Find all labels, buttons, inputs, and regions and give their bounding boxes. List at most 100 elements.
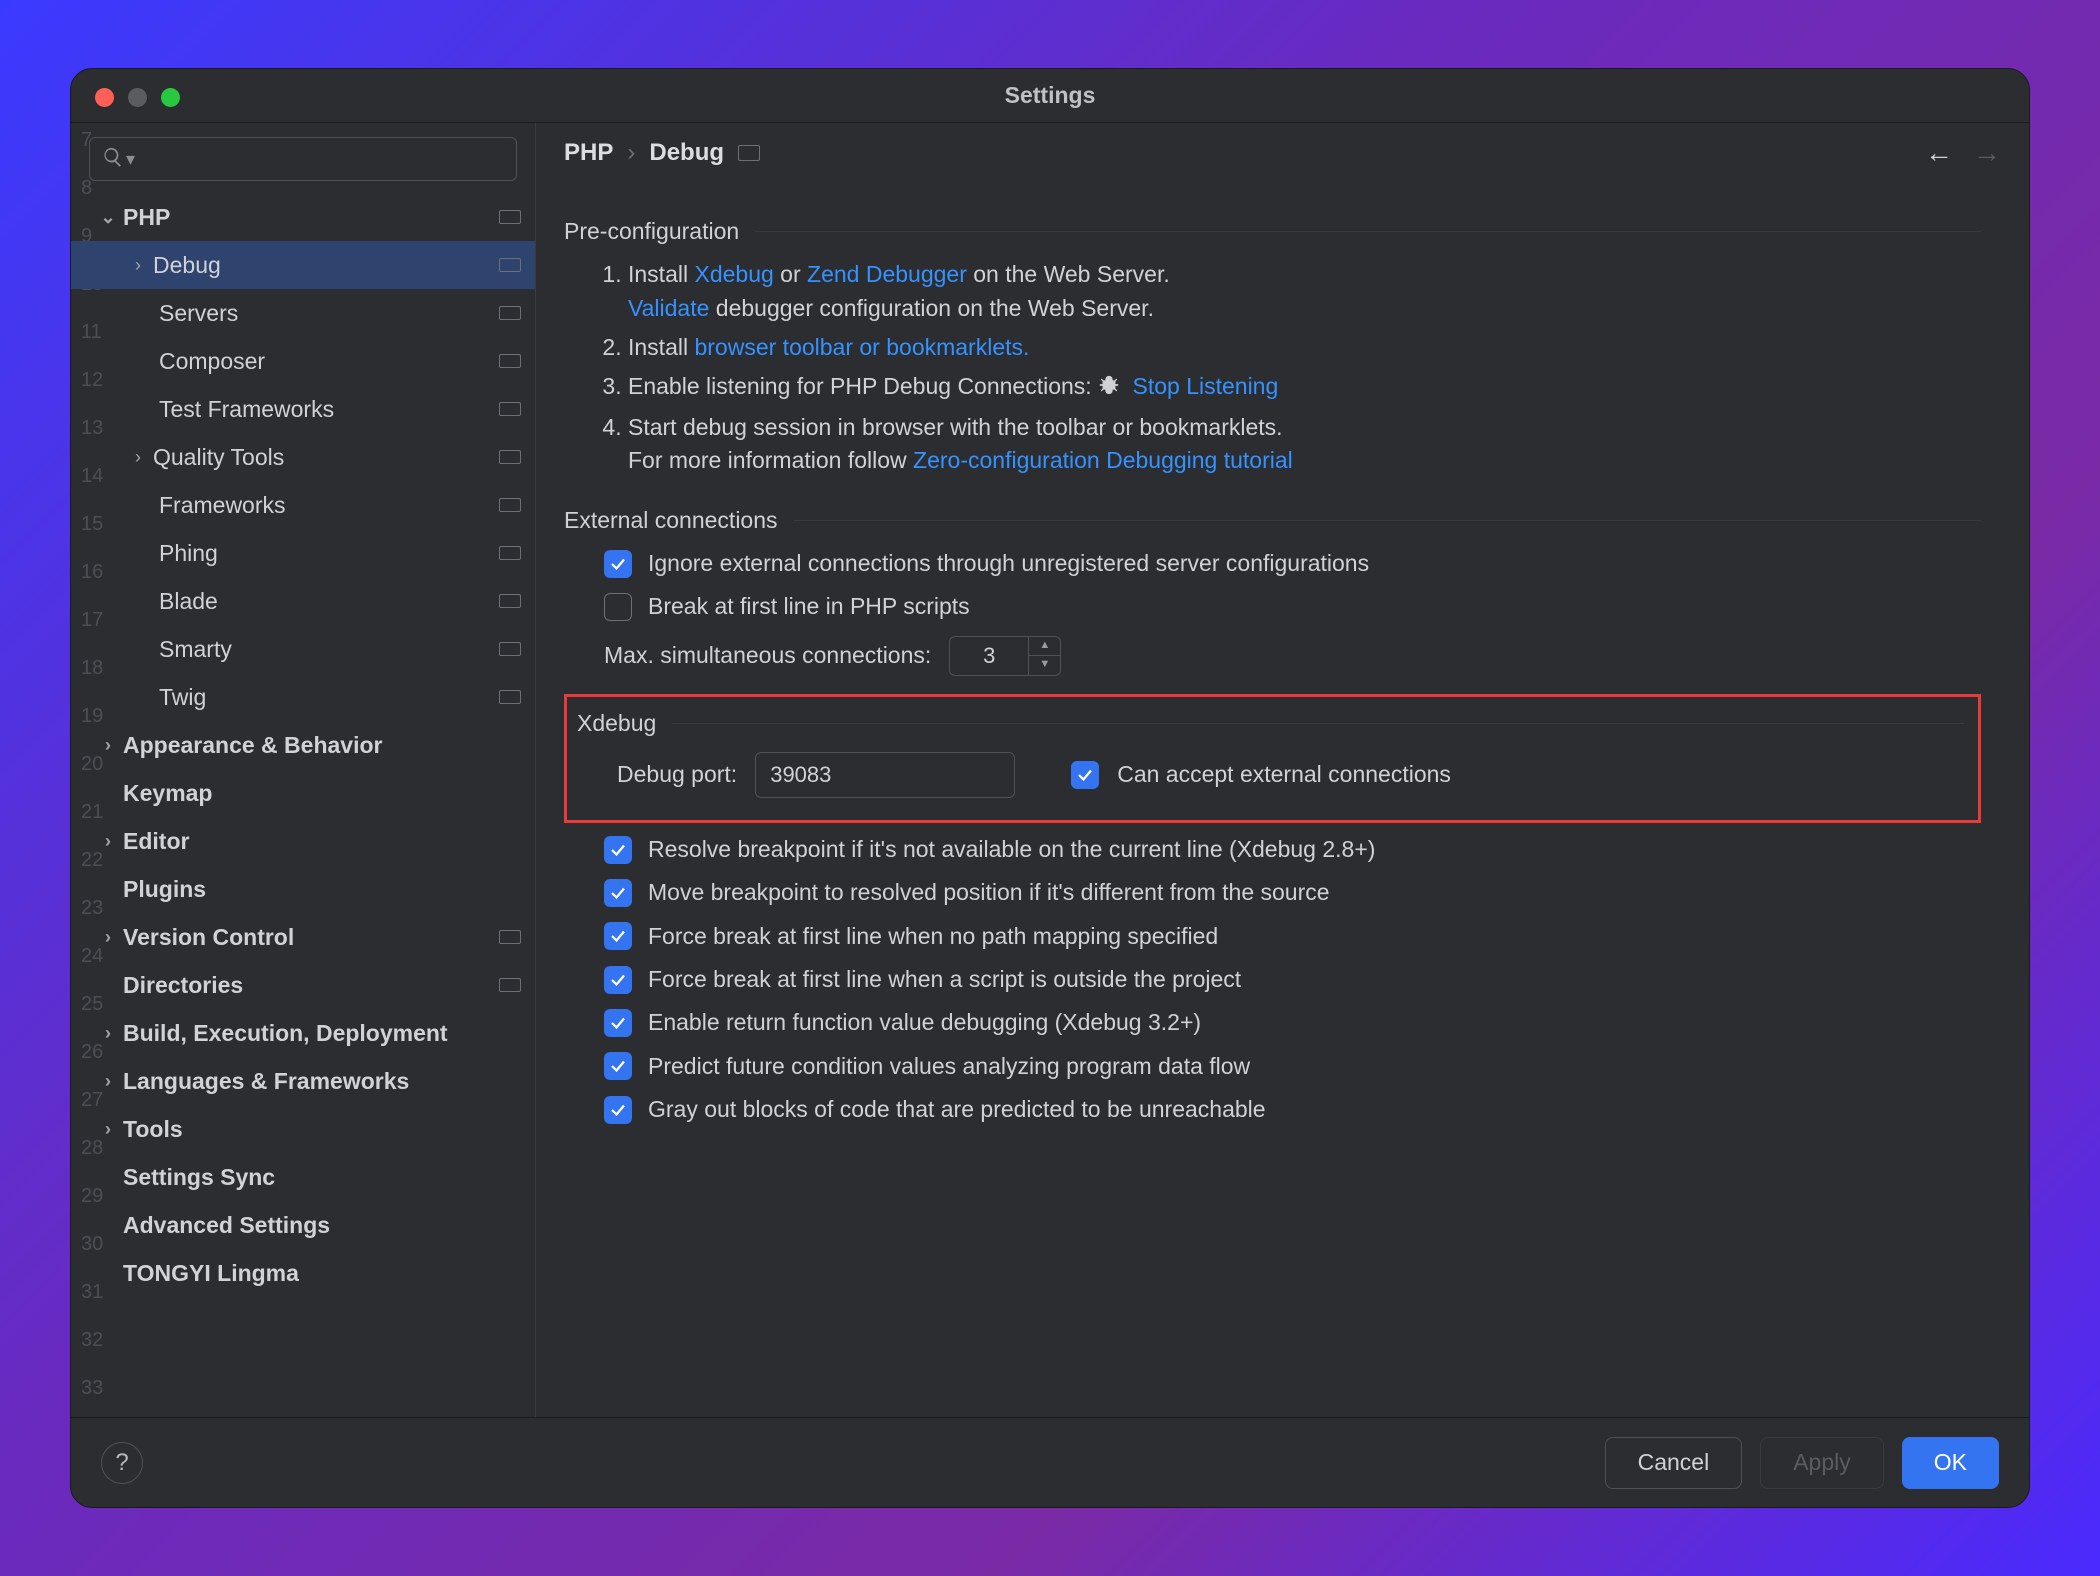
debug-port-input[interactable]: [755, 752, 1015, 798]
browser-toolbar-link[interactable]: browser toolbar or bookmarklets.: [694, 334, 1029, 360]
separator-icon: [499, 930, 521, 944]
stop-listening-link[interactable]: Stop Listening: [1132, 373, 1278, 399]
preconfig-step-2: Install browser toolbar or bookmarklets.: [628, 331, 1981, 364]
tree-node-servers[interactable]: Servers: [71, 289, 535, 337]
ok-button[interactable]: OK: [1902, 1437, 1999, 1489]
breadcrumb: PHP › Debug ← →: [536, 123, 2029, 183]
gray-out-checkbox[interactable]: [604, 1096, 632, 1124]
preconfig-step-4: Start debug session in browser with the …: [628, 411, 1981, 478]
separator-icon: [499, 978, 521, 992]
tree-node-debug[interactable]: ›Debug: [71, 241, 535, 289]
tree-node-settings-sync[interactable]: Settings Sync: [71, 1153, 535, 1201]
settings-tree: ⌄PHP ›Debug Servers Composer Test Framew…: [71, 193, 535, 1417]
tree-node-frameworks[interactable]: Frameworks: [71, 481, 535, 529]
gray-out-label: Gray out blocks of code that are predict…: [648, 1093, 1266, 1126]
return-value-checkbox[interactable]: [604, 1009, 632, 1037]
resolve-bp-label: Resolve breakpoint if it's not available…: [648, 833, 1375, 866]
tree-node-tools[interactable]: ›Tools: [71, 1105, 535, 1153]
move-bp-label: Move breakpoint to resolved position if …: [648, 876, 1330, 909]
section-xdebug: Xdebug: [577, 707, 1964, 740]
force-outside-checkbox[interactable]: [604, 966, 632, 994]
separator-icon: [738, 145, 760, 161]
tree-node-keymap[interactable]: Keymap: [71, 769, 535, 817]
tree-node-editor[interactable]: ›Editor: [71, 817, 535, 865]
bug-icon: [1098, 372, 1120, 405]
break-first-line-checkbox[interactable]: [604, 593, 632, 621]
close-window-button[interactable]: [95, 88, 114, 107]
settings-search-input[interactable]: ▾: [89, 137, 517, 181]
apply-button: Apply: [1760, 1437, 1884, 1489]
settings-sidebar: ▾ ⌄PHP ›Debug Servers Composer Test Fram…: [71, 123, 536, 1417]
nav-back-button[interactable]: ←: [1925, 137, 1953, 169]
tree-node-twig[interactable]: Twig: [71, 673, 535, 721]
return-value-label: Enable return function value debugging (…: [648, 1006, 1201, 1039]
preconfig-step-1: Install Xdebug or Zend Debugger on the W…: [628, 258, 1981, 325]
window-controls: [95, 88, 180, 107]
tree-node-test-frameworks[interactable]: Test Frameworks: [71, 385, 535, 433]
settings-content: PHP › Debug ← → Pre-configuration Instal…: [536, 123, 2029, 1417]
break-first-line-label: Break at first line in PHP scripts: [648, 590, 970, 623]
xdebug-link[interactable]: Xdebug: [694, 261, 773, 287]
separator-icon: [499, 306, 521, 320]
tree-node-appearance[interactable]: ›Appearance & Behavior: [71, 721, 535, 769]
debug-port-label: Debug port:: [617, 758, 737, 791]
tree-node-php[interactable]: ⌄PHP: [71, 193, 535, 241]
max-connections-stepper[interactable]: ▲▼: [1029, 636, 1061, 676]
max-connections-input[interactable]: [949, 636, 1029, 676]
search-options-caret-icon: ▾: [126, 149, 135, 170]
maximize-window-button[interactable]: [161, 88, 180, 107]
nav-forward-button: →: [1973, 137, 2001, 169]
force-no-path-label: Force break at first line when no path m…: [648, 920, 1218, 953]
titlebar: Settings: [71, 69, 2029, 123]
preconfig-step-3: Enable listening for PHP Debug Connectio…: [628, 370, 1981, 405]
zend-debugger-link[interactable]: Zend Debugger: [807, 261, 967, 287]
tree-node-blade[interactable]: Blade: [71, 577, 535, 625]
breadcrumb-leaf: Debug: [649, 139, 724, 167]
tree-node-composer[interactable]: Composer: [71, 337, 535, 385]
tree-node-advanced[interactable]: Advanced Settings: [71, 1201, 535, 1249]
max-connections-label: Max. simultaneous connections:: [604, 639, 931, 672]
separator-icon: [499, 258, 521, 272]
dialog-title: Settings: [1005, 82, 1096, 109]
tree-node-version-control[interactable]: ›Version Control: [71, 913, 535, 961]
accept-external-label: Can accept external connections: [1117, 758, 1451, 791]
tree-node-languages[interactable]: ›Languages & Frameworks: [71, 1057, 535, 1105]
resolve-bp-checkbox[interactable]: [604, 836, 632, 864]
breadcrumb-root: PHP: [564, 139, 613, 167]
ignore-external-checkbox[interactable]: [604, 550, 632, 578]
tree-node-smarty[interactable]: Smarty: [71, 625, 535, 673]
dialog-footer: ? Cancel Apply OK: [71, 1417, 2029, 1507]
tree-node-phing[interactable]: Phing: [71, 529, 535, 577]
accept-external-checkbox[interactable]: [1071, 761, 1099, 789]
force-outside-label: Force break at first line when a script …: [648, 963, 1241, 996]
separator-icon: [499, 402, 521, 416]
zero-config-tutorial-link[interactable]: Zero-configuration Debugging tutorial: [913, 447, 1293, 473]
force-no-path-checkbox[interactable]: [604, 922, 632, 950]
chevron-right-icon: ›: [627, 139, 635, 167]
tree-node-tongyi[interactable]: TONGYI Lingma: [71, 1249, 535, 1297]
move-bp-checkbox[interactable]: [604, 879, 632, 907]
tree-node-directories[interactable]: Directories: [71, 961, 535, 1009]
cancel-button[interactable]: Cancel: [1605, 1437, 1743, 1489]
separator-icon: [499, 354, 521, 368]
separator-icon: [499, 450, 521, 464]
search-icon: [102, 146, 124, 173]
predict-condition-checkbox[interactable]: [604, 1052, 632, 1080]
validate-link[interactable]: Validate: [628, 295, 709, 321]
separator-icon: [499, 210, 521, 224]
separator-icon: [499, 642, 521, 656]
section-external-connections: External connections: [564, 504, 1981, 537]
minimize-window-button[interactable]: [128, 88, 147, 107]
xdebug-highlight-box: Xdebug Debug port: Can accept external c…: [564, 694, 1981, 823]
tree-node-plugins[interactable]: Plugins: [71, 865, 535, 913]
separator-icon: [499, 498, 521, 512]
separator-icon: [499, 690, 521, 704]
section-preconfiguration: Pre-configuration: [564, 215, 1981, 248]
tree-node-quality-tools[interactable]: ›Quality Tools: [71, 433, 535, 481]
separator-icon: [499, 594, 521, 608]
tree-node-build[interactable]: ›Build, Execution, Deployment: [71, 1009, 535, 1057]
help-button[interactable]: ?: [101, 1442, 143, 1484]
separator-icon: [499, 546, 521, 560]
predict-condition-label: Predict future condition values analyzin…: [648, 1050, 1250, 1083]
ignore-external-label: Ignore external connections through unre…: [648, 547, 1369, 580]
